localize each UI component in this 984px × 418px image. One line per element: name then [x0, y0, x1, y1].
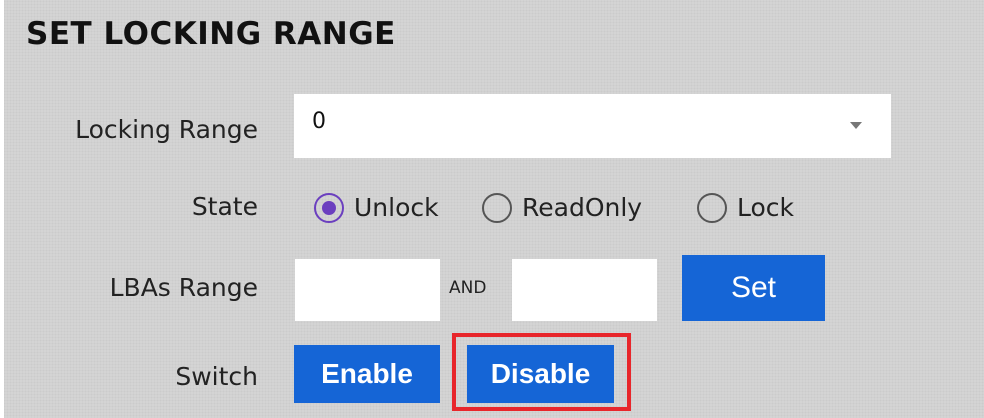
- state-option-label[interactable]: ReadOnly: [522, 192, 642, 224]
- lba-end-input[interactable]: [512, 259, 657, 321]
- state-option-label[interactable]: Lock: [737, 192, 794, 224]
- radio-unchecked-icon[interactable]: [482, 193, 512, 223]
- state-label: State: [191, 192, 258, 221]
- lbas-range-label: LBAs Range: [109, 273, 258, 302]
- locking-range-select[interactable]: 0: [294, 94, 891, 158]
- panel-title: SET LOCKING RANGE: [26, 16, 396, 52]
- lba-start-input[interactable]: [295, 259, 440, 321]
- set-button[interactable]: Set: [682, 255, 825, 321]
- state-option-label[interactable]: Unlock: [354, 192, 439, 224]
- locking-range-value: 0: [312, 109, 326, 134]
- radio-checked-icon[interactable]: [314, 193, 344, 223]
- locking-range-label: Locking Range: [75, 115, 258, 144]
- switch-label: Switch: [175, 362, 258, 391]
- enable-button[interactable]: Enable: [294, 345, 440, 403]
- disable-button[interactable]: Disable: [467, 345, 614, 403]
- chevron-down-icon[interactable]: [850, 122, 862, 129]
- left-edge-border: [0, 0, 4, 418]
- radio-unchecked-icon[interactable]: [697, 193, 727, 223]
- lba-range-separator: AND: [449, 278, 487, 298]
